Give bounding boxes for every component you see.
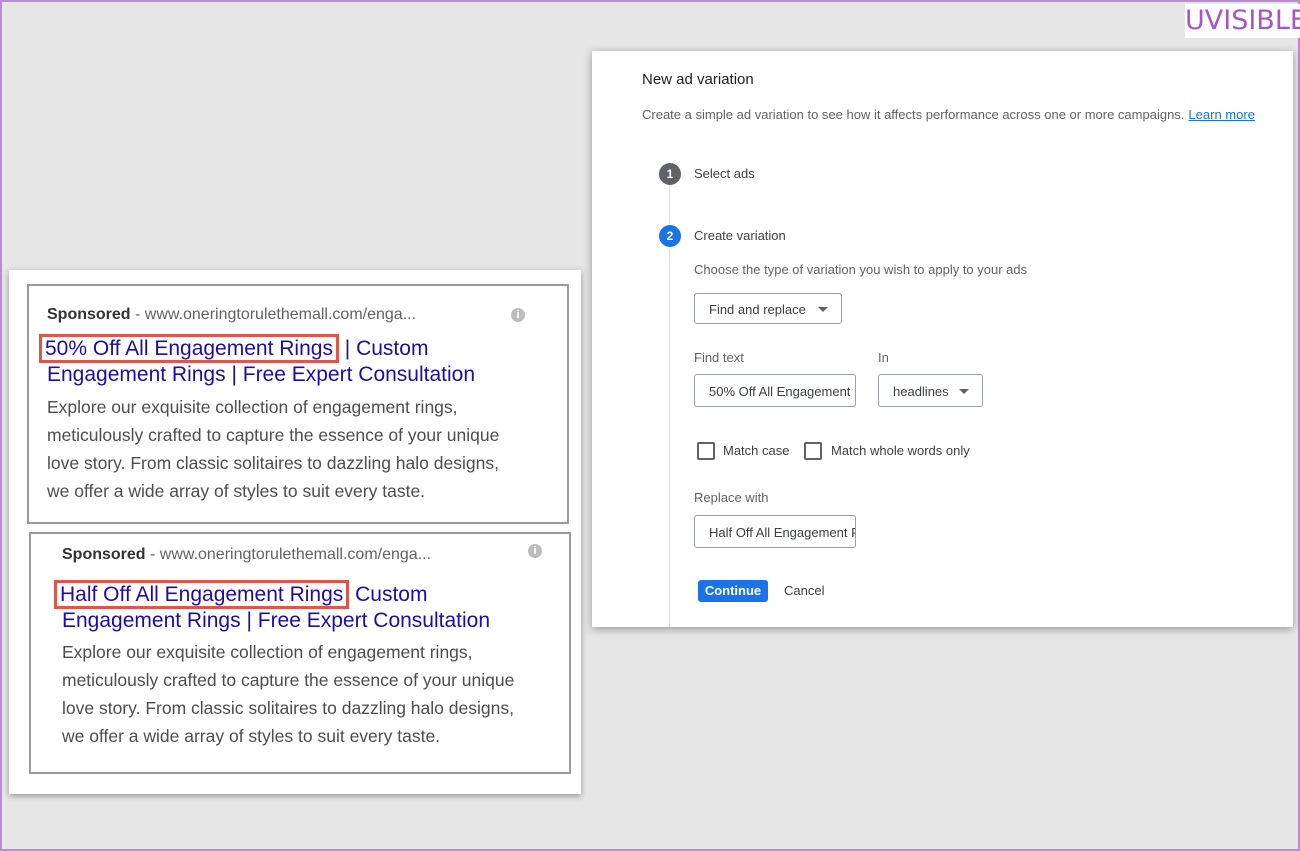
- find-text-label: Find text: [694, 350, 744, 365]
- continue-button[interactable]: Continue: [698, 580, 768, 602]
- match-whole-words-label[interactable]: Match whole words only: [831, 443, 970, 458]
- variation-type-dropdown[interactable]: Find and replace: [694, 293, 842, 324]
- replace-with-label: Replace with: [694, 490, 769, 505]
- in-label: In: [878, 350, 889, 365]
- ad-headline-line-2: Engagement Rings | Free Expert Consultat…: [47, 363, 476, 386]
- info-icon: i: [511, 308, 525, 322]
- stepper-line: [669, 249, 670, 627]
- ad-meta: Sponsored - www.oneringtorulethemall.com…: [62, 546, 432, 563]
- dropdown-arrow-icon: [959, 389, 969, 394]
- search-ad-original: Sponsored - www.oneringtorulethemall.com…: [27, 284, 569, 524]
- ad-headline-line-2: Engagement Rings | Free Expert Consultat…: [62, 609, 491, 632]
- dialog-subtitle: Create a simple ad variation to see how …: [642, 107, 1255, 122]
- uvisible-logo: UVISIBLE: [1185, 4, 1300, 38]
- stepper-line: [669, 184, 670, 226]
- step-create-variation: Create variation: [694, 228, 786, 243]
- ad-description: Explore our exquisite collection of enga…: [47, 397, 500, 501]
- info-icon: i: [528, 544, 542, 558]
- dialog-title: New ad variation: [642, 71, 754, 88]
- ad-meta: Sponsored - www.oneringtorulethemall.com…: [47, 306, 417, 323]
- dropdown-arrow-icon: [818, 307, 828, 312]
- match-case-checkbox[interactable]: [697, 442, 715, 460]
- step-2-badge: 2: [659, 225, 681, 247]
- ad-description: Explore our exquisite collection of enga…: [62, 642, 515, 746]
- replace-with-input[interactable]: Half Off All Engagement Rings: [694, 515, 856, 548]
- highlighted-headline: Half Off All Engagement Rings: [54, 580, 350, 609]
- new-ad-variation-dialog: New ad variation Create a simple ad vari…: [592, 51, 1293, 627]
- search-ad-variation: Sponsored - www.oneringtorulethemall.com…: [29, 532, 571, 774]
- step-select-ads[interactable]: Select ads: [694, 166, 755, 181]
- learn-more-link[interactable]: Learn more: [1188, 107, 1254, 122]
- ads-comparison-image: Sponsored - www.oneringtorulethemall.com…: [9, 270, 581, 794]
- find-text-input[interactable]: 50% Off All Engagement Rings: [694, 374, 856, 407]
- match-whole-words-checkbox[interactable]: [804, 442, 822, 460]
- ad-headline: 50% Off All Engagement Rings | Custom: [39, 334, 428, 363]
- highlighted-headline: 50% Off All Engagement Rings: [39, 334, 339, 363]
- ad-headline: Half Off All Engagement Rings Custom: [54, 580, 427, 609]
- in-dropdown[interactable]: headlines: [878, 374, 983, 407]
- variation-type-prompt: Choose the type of variation you wish to…: [694, 262, 1028, 277]
- cancel-button[interactable]: Cancel: [784, 583, 824, 598]
- step-1-badge: 1: [659, 163, 681, 185]
- match-case-label[interactable]: Match case: [723, 443, 789, 458]
